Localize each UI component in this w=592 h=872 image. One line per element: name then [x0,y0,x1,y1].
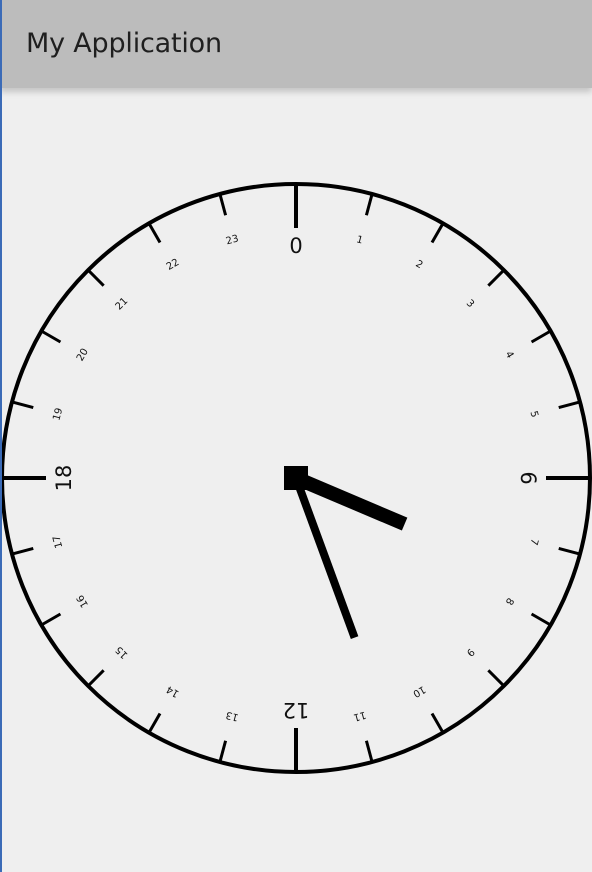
hour-label-3: 3 [464,298,476,310]
hour-label-9: 9 [464,646,476,658]
app-title: My Application [26,28,222,59]
screen: My Application 0 1 2 3 4 5 6 7 8 9 10 11 12 13 14 15 16 1… [0,0,592,872]
hour-tick-10 [430,712,445,734]
hour-label-15: 15 [114,644,131,661]
hour-tick-3 [487,269,505,287]
hour-label-19: 19 [51,407,65,422]
hour-tick-15 [87,669,105,687]
hour-label-6: 6 [516,471,540,484]
center-hub [284,466,308,490]
clock-area: 0 1 2 3 4 5 6 7 8 9 10 11 12 13 14 15 16 17 18 19 20 21 22 23 [0,88,592,872]
hour-label-20: 20 [75,347,91,364]
hour-label-1: 1 [355,234,364,246]
clock-face: 0 1234567891011121314151617181920212223 [0,182,592,774]
hour-label-12: 12 [283,698,310,722]
hour-label-21: 21 [114,296,131,313]
hour-tick-19 [11,400,34,410]
hour-label-11: 11 [352,709,367,723]
hour-tick-11 [364,740,374,763]
hour-tick-20 [40,329,62,344]
hour-tick-21 [87,269,105,287]
hour-label-4: 4 [503,349,516,360]
hour-label-18: 18 [52,465,76,492]
hour-tick-8 [530,612,552,627]
hour-tick-13 [218,740,228,763]
hour-label-16: 16 [75,593,91,610]
hour-label-23: 23 [225,233,240,247]
hour-label-8: 8 [503,595,516,606]
hour-tick-7 [558,546,581,556]
hour-label-2: 2 [413,259,424,272]
hour-label-14: 14 [165,683,182,699]
hour-tick-5 [558,400,581,410]
hour-tick-4 [530,329,552,344]
hour-tick-17 [11,546,34,556]
hour-tick-1 [364,193,374,216]
hour-label-7: 7 [527,537,539,546]
hour-tick-2 [430,222,445,244]
hour-label-17: 17 [51,534,65,549]
window-edge [0,0,2,872]
hour-label-10: 10 [411,683,428,699]
hour-label-13: 13 [225,709,240,723]
hour-tick-9 [487,669,505,687]
hour-tick-22 [147,222,162,244]
hour-label-5: 5 [527,410,539,419]
hour-tick-14 [147,712,162,734]
clock-hands [284,466,408,639]
hour-tick-16 [40,612,62,627]
hour-tick-23 [218,193,228,216]
hour-label-0: 0 [289,234,302,258]
hour-label-22: 22 [165,257,182,273]
app-bar: My Application [0,0,592,88]
